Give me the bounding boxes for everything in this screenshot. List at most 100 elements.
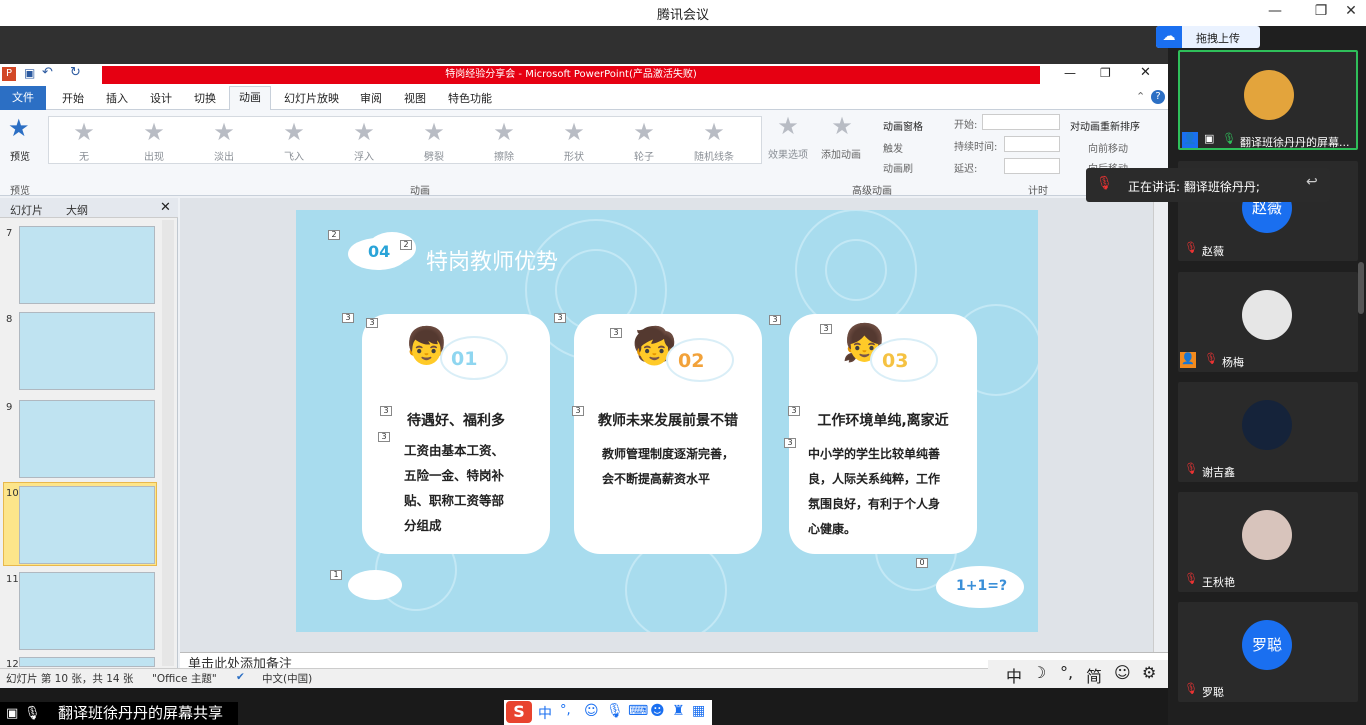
anim-wheel-icon[interactable]: ★ (614, 118, 674, 146)
ppt-restore-icon[interactable]: ❐ (1100, 66, 1111, 80)
animation-pane-button[interactable]: 动画窗格 (883, 118, 923, 133)
slide-thumbnail-8[interactable] (19, 312, 155, 390)
tab-animations[interactable]: 动画 (229, 86, 271, 111)
participant-tile[interactable]: 👤 ▣ 🎙 翻译班徐丹丹的屏幕... (1178, 50, 1358, 150)
sogou-logo-icon[interactable]: S (506, 701, 532, 723)
tab-features[interactable]: 特色功能 (448, 90, 492, 106)
tab-slideshow[interactable]: 幻灯片放映 (284, 90, 339, 106)
slide-thumbnail-7[interactable] (19, 226, 155, 304)
sogou-toolbox-icon[interactable]: ▦ (692, 703, 705, 719)
ime-simplified[interactable]: 简 (1086, 663, 1102, 687)
collapse-ribbon-icon[interactable]: ⌃ (1136, 90, 1145, 103)
participant-avatar (1242, 290, 1292, 340)
slide-number-7: 7 (6, 228, 13, 239)
sogou-mode[interactable]: 中 (538, 703, 552, 723)
sogou-punct[interactable]: °, (560, 703, 571, 718)
sogou-voice-icon[interactable]: 🎙 (606, 703, 624, 719)
participant-tile[interactable]: 🎙 谢吉鑫 (1178, 382, 1358, 482)
redo-icon[interactable]: ↻ (70, 65, 81, 80)
anim-tag: 3 (366, 318, 378, 328)
window-title: 腾讯会议 (656, 8, 709, 23)
save-icon[interactable]: ▣ (24, 66, 35, 80)
duration-input[interactable] (1004, 136, 1060, 152)
help-icon[interactable]: ? (1151, 90, 1165, 104)
move-earlier-button[interactable]: 向前移动 (1088, 140, 1128, 155)
card-3-line-1: 中小学的学生比较单纯善 (808, 447, 941, 461)
card-2-number: 02 (678, 350, 705, 372)
anim-fade-icon[interactable]: ★ (194, 118, 254, 146)
participants-scrollbar[interactable] (1358, 262, 1364, 314)
ime-emoji-icon[interactable]: ☺ (1114, 663, 1131, 682)
anim-none-icon[interactable]: ★ (54, 118, 114, 146)
tab-review[interactable]: 审阅 (360, 90, 382, 106)
anim-shape-icon[interactable]: ★ (544, 118, 604, 146)
slide-thumbnail-11[interactable] (19, 572, 155, 650)
panel-scrollbar[interactable] (162, 220, 174, 666)
participant-tile[interactable]: 👤 🎙 杨梅 (1178, 272, 1358, 372)
animation-group-label: 动画 (410, 186, 430, 197)
current-slide[interactable]: 04 特岗教师优势 👦 01 待遇好、福利多 工资由基本工资、 五险一金、特岗补… (296, 210, 1038, 632)
anim-none-label: 无 (79, 152, 89, 163)
participant-name: 王秋艳 (1202, 576, 1235, 589)
advanced-group-label: 高级动画 (852, 186, 892, 197)
participant-tile[interactable]: 罗聪 🎙 罗聪 (1178, 602, 1358, 702)
reply-icon[interactable]: ↩ (1306, 174, 1318, 190)
effect-options-icon[interactable]: ★ (758, 112, 818, 140)
anim-fly-icon[interactable]: ★ (264, 118, 324, 146)
spellcheck-icon[interactable]: ✔ (236, 671, 245, 683)
anim-tag: 3 (769, 315, 781, 325)
add-animation-button[interactable]: 添加动画 (821, 146, 861, 161)
add-animation-icon[interactable]: ★ (812, 112, 872, 140)
anim-tag: 2 (400, 240, 412, 250)
upload-button[interactable]: ☁ 拖拽上传 (1156, 26, 1260, 48)
undo-icon[interactable]: ↶ (42, 65, 53, 80)
maximize-icon[interactable]: ❐ (1306, 3, 1336, 19)
close-icon[interactable]: ✕ (1336, 3, 1366, 19)
sogou-skin-icon[interactable]: ♜ (672, 703, 685, 719)
tab-transitions[interactable]: 切换 (194, 90, 216, 106)
participant-tile[interactable]: 🎙 王秋艳 (1178, 492, 1358, 592)
minimize-icon[interactable]: — (1260, 3, 1290, 19)
panel-close-icon[interactable]: ✕ (160, 200, 171, 215)
delay-input[interactable] (1004, 158, 1060, 174)
tab-design[interactable]: 设计 (150, 90, 172, 106)
start-select[interactable] (982, 114, 1060, 130)
ppt-close-icon[interactable]: ✕ (1140, 65, 1151, 80)
sogou-keyboard-icon[interactable]: ⌨ (628, 703, 648, 719)
anim-random-bars-icon[interactable]: ★ (684, 118, 744, 146)
corner-formula: 1+1=? (956, 578, 1008, 594)
tab-outline[interactable]: 大纲 (66, 202, 88, 218)
anim-split-icon[interactable]: ★ (404, 118, 464, 146)
tab-home[interactable]: 开始 (62, 90, 84, 106)
tab-slides[interactable]: 幻灯片 (10, 202, 43, 218)
ppt-minimize-icon[interactable]: — (1064, 66, 1076, 80)
slide-number-9: 9 (6, 402, 13, 413)
anim-random-bars-label: 随机线条 (694, 152, 734, 163)
sogou-user-icon[interactable]: ☻ (650, 703, 665, 719)
slide-thumbnail-10[interactable] (19, 486, 155, 564)
preview-button[interactable]: 预览 (10, 148, 30, 163)
anim-shape-label: 形状 (564, 152, 584, 163)
sogou-emoji-icon[interactable]: ☺ (584, 703, 599, 719)
animation-painter-button[interactable]: 动画刷 (883, 160, 913, 175)
participant-name: 翻译班徐丹丹的屏幕... (1240, 136, 1350, 149)
preview-star-icon[interactable]: ★ (8, 114, 30, 142)
slide-thumbnail-9[interactable] (19, 400, 155, 478)
anim-float-icon[interactable]: ★ (334, 118, 394, 146)
slide-thumbnail-12[interactable] (19, 657, 155, 667)
effect-options-button[interactable]: 效果选项 (758, 146, 818, 161)
trigger-button[interactable]: 触发 (883, 140, 903, 155)
ime-chinese-mode[interactable]: 中 (1006, 663, 1022, 687)
ime-toolbar: 中 ☽ °, 简 ☺ ⚙ (988, 660, 1168, 688)
mic-muted-icon: 🎙 (1204, 352, 1218, 365)
tab-file[interactable]: 文件 (0, 86, 46, 110)
tab-insert[interactable]: 插入 (106, 90, 128, 106)
ime-moon-icon[interactable]: ☽ (1032, 663, 1046, 682)
anim-appear-icon[interactable]: ★ (124, 118, 184, 146)
editor-scrollbar[interactable] (1153, 198, 1168, 652)
tab-view[interactable]: 视图 (404, 90, 426, 106)
ime-settings-icon[interactable]: ⚙ (1142, 663, 1156, 682)
anim-wipe-icon[interactable]: ★ (474, 118, 534, 146)
ime-punct-icon[interactable]: °, (1060, 663, 1073, 682)
mic-muted-icon: 🎙 (1184, 241, 1198, 254)
